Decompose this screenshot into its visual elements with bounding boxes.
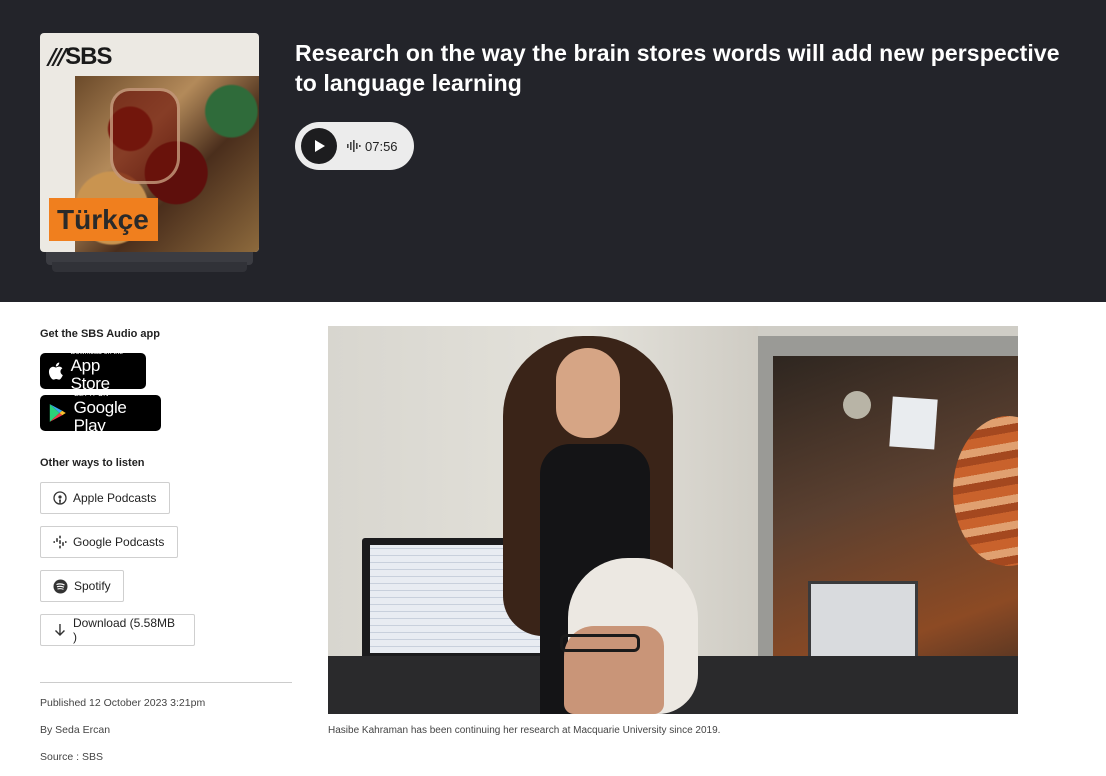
- download-label: Download (5.58MB ): [72, 616, 176, 644]
- photo-note: [889, 396, 938, 450]
- photo-caption: Hasibe Kahraman has been continuing her …: [328, 725, 721, 736]
- cover-stack-shadow-back: [52, 262, 247, 272]
- source-line: Source : SBS: [40, 751, 104, 763]
- apple-icon: [48, 362, 63, 380]
- episode-title: Research on the way the brain stores wor…: [295, 40, 1060, 96]
- spotify-button[interactable]: Spotify: [40, 570, 124, 602]
- download-button[interactable]: Download (5.58MB ): [40, 614, 195, 646]
- listen-heading: Other ways to listen: [40, 457, 145, 469]
- published-date: Published 12 October 2023 3:21pm: [40, 697, 206, 709]
- photo-researcher-face: [556, 348, 620, 438]
- episode-hero: /// SBS Türkçe Research on the way the b…: [0, 0, 1106, 302]
- article-photo: [328, 326, 1018, 714]
- app-heading: Get the SBS Audio app: [40, 328, 160, 340]
- play-button[interactable]: [301, 128, 337, 164]
- play-icon: [315, 140, 325, 152]
- spotify-label: Spotify: [74, 579, 111, 593]
- sidebar-divider: [40, 682, 292, 683]
- cover-language-tag: Türkçe: [49, 198, 158, 241]
- photo-moon: [843, 391, 871, 419]
- app-store-big-text: App Store: [70, 356, 110, 393]
- cover-tea-glass: [110, 88, 180, 184]
- sbs-logo: /// SBS: [45, 43, 112, 71]
- apple-podcasts-button[interactable]: Apple Podcasts: [40, 482, 170, 514]
- google-podcasts-button[interactable]: Google Podcasts: [40, 526, 178, 558]
- podcast-cover-art: /// SBS Türkçe: [40, 33, 259, 252]
- apple-podcasts-label: Apple Podcasts: [73, 491, 157, 505]
- app-store-badge[interactable]: Download on the App Store: [40, 349, 146, 393]
- sbs-logo-mark-icon: ///: [45, 44, 66, 70]
- spotify-icon: [53, 579, 68, 593]
- google-play-big-text: Google Play: [73, 398, 127, 435]
- author-byline: By Seda Ercan: [40, 724, 111, 736]
- photo-monitor-back: [808, 581, 918, 661]
- google-play-icon: [49, 404, 66, 422]
- apple-podcasts-icon: [53, 491, 67, 505]
- google-podcasts-icon: [53, 535, 67, 549]
- google-play-badge[interactable]: GET IT ON Google Play: [40, 391, 161, 435]
- audio-wave-icon: [347, 140, 361, 152]
- sbs-logo-text: SBS: [65, 43, 112, 70]
- audio-player: 07:56: [295, 122, 414, 170]
- photo-glasses: [560, 634, 640, 652]
- google-podcasts-label: Google Podcasts: [73, 535, 165, 549]
- episode-duration: 07:56: [347, 139, 398, 154]
- duration-text: 07:56: [365, 138, 398, 154]
- download-icon: [54, 624, 65, 636]
